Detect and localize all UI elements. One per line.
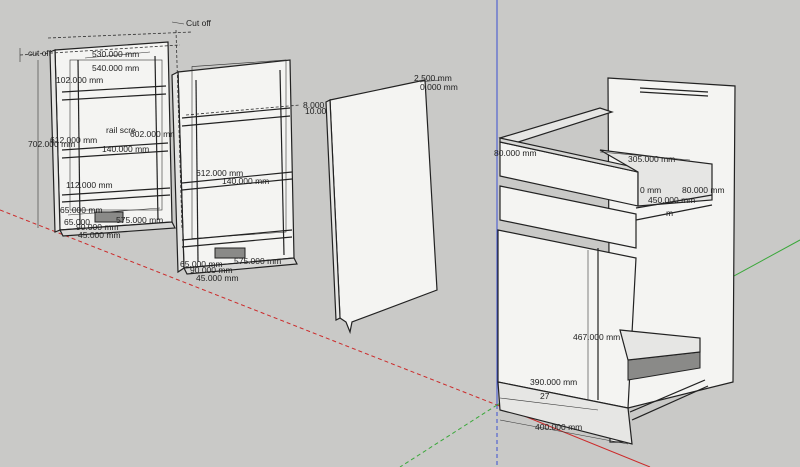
dimension-label: 575.000 mm: [234, 256, 281, 266]
dimension-label: 140.000 mm: [222, 176, 269, 186]
dimension-label: 305.000 mm: [628, 154, 675, 164]
green-axis-dash: [399, 404, 498, 467]
dimension-label: 65.000 mm: [60, 205, 103, 215]
dimension-label: 45.000 mm: [78, 230, 121, 240]
dimension-label: 0 mm: [640, 185, 661, 195]
dimension-label: 602.000 mm: [130, 129, 177, 139]
dimension-label: 390.000 mm: [530, 377, 577, 387]
cabinet-body[interactable]: [497, 77, 736, 445]
dimension-label: 0.000 mm: [420, 82, 458, 92]
sketchup-viewport[interactable]: Cut off cut off 530.000 mm 540.000 mm 10…: [0, 0, 800, 467]
dimension-label: 530.000 mm: [92, 49, 139, 59]
dimension-label: 540.000 mm: [92, 63, 139, 73]
model-canvas[interactable]: Cut off cut off 530.000 mm 540.000 mm 10…: [0, 0, 800, 467]
dimension-label: 45.000 mm: [196, 273, 239, 283]
dimension-label: 575.000 mm: [116, 215, 163, 225]
panel-2-frame[interactable]: [171, 29, 301, 275]
dimension-label: 450.000 mm: [648, 195, 695, 205]
panel-3-dimensions: 2.500 mm 0.000 mm: [414, 73, 458, 92]
dimension-label: 80.000 mm: [682, 185, 725, 195]
dimension-label: 112.000 mm: [66, 180, 113, 190]
cut-off-label-left: cut off: [28, 48, 52, 58]
dimension-label: 27: [540, 391, 550, 401]
cut-off-label-top: Cut off: [186, 18, 212, 28]
dimension-label: 400.000 mm: [535, 422, 582, 432]
dimension-label: 612.000 mm: [50, 135, 97, 145]
dimension-label: 102.000 mm: [56, 75, 103, 85]
dimension-label: 140.000 mm: [102, 144, 149, 154]
dimension-label: 467.000 mm: [573, 332, 620, 342]
panel-3-sheet[interactable]: [325, 79, 438, 335]
dimension-label: 80.000 mm: [494, 148, 537, 158]
dimension-label: m: [666, 208, 673, 218]
